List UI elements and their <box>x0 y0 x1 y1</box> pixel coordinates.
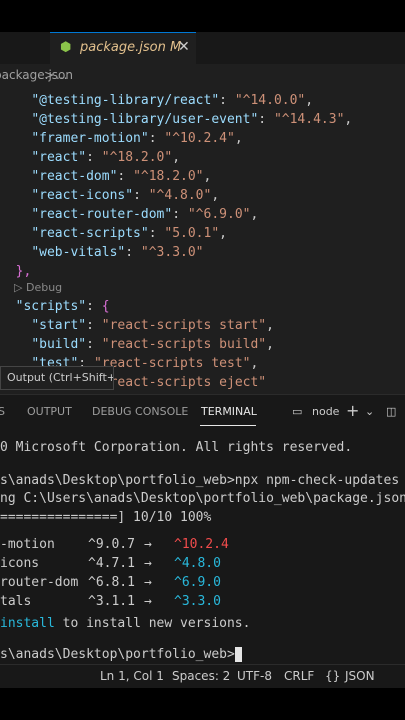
update-row: tals ^3.1.1 → ^3.3.0 <box>0 594 221 609</box>
breadcrumb-more[interactable]: ... <box>56 68 67 82</box>
tab-problems[interactable]: S <box>0 405 5 418</box>
status-indentation[interactable]: Spaces: 2 <box>172 669 230 683</box>
tab-output[interactable]: OUTPUT <box>27 405 72 418</box>
status-encoding[interactable]: UTF-8 <box>237 669 272 683</box>
terminal-line: 0 Microsoft Corporation. All rights rese… <box>0 440 353 455</box>
top-black-bar <box>0 0 405 32</box>
status-bar: Ln 1, Col 1 Spaces: 2 UTF-8 CRLF {} JSON <box>0 664 405 688</box>
code-line: "start": "react-scripts start", <box>31 318 274 333</box>
code-line: "web-vitals": "^3.3.0" <box>31 245 204 260</box>
status-language[interactable]: JSON <box>345 669 375 683</box>
play-icon: ▷ <box>14 281 23 294</box>
tab-package-json[interactable]: ⬢ package.json M ✕ <box>50 32 196 64</box>
code-line: "build": "react-scripts build", <box>31 337 274 352</box>
nodejs-icon: ⬢ <box>60 40 72 55</box>
terminal-icon[interactable]: ▭ <box>292 405 302 418</box>
code-line: "react-dom": "^18.2.0", <box>31 169 212 184</box>
close-icon[interactable]: ✕ <box>178 39 190 55</box>
terminal-line: ===============] 10/10 100% <box>0 510 212 525</box>
output-tooltip: Output (Ctrl+Shift+U) <box>0 366 114 390</box>
code-line: "@testing-library/react": "^14.0.0", <box>31 93 314 108</box>
debug-codelens[interactable]: ▷ Debug <box>14 281 62 294</box>
tab-filename: package.json M <box>80 40 182 55</box>
shell-name[interactable]: node <box>312 405 339 418</box>
code-line: "scripts": { <box>15 299 110 314</box>
code-line: "react-scripts": "5.0.1", <box>31 226 227 241</box>
breadcrumb: package.json > ... <box>0 64 405 86</box>
code-editor[interactable]: "@testing-library/react": "^14.0.0", "@t… <box>0 86 405 394</box>
terminal-cursor <box>234 647 242 662</box>
tab-debug-console[interactable]: DEBUG CONSOLE <box>92 405 188 418</box>
status-eol[interactable]: CRLF <box>284 669 314 683</box>
status-cursor-position[interactable]: Ln 1, Col 1 <box>100 669 164 683</box>
code-line: "@testing-library/user-event": "^14.4.3"… <box>31 112 353 127</box>
bottom-panel: S OUTPUT DEBUG CONSOLE TERMINAL ▭ node +… <box>0 394 405 664</box>
update-row: -motion ^9.0.7 → ^10.2.4 <box>0 537 229 552</box>
braces-icon: {} <box>325 669 341 683</box>
tab-terminal[interactable]: TERMINAL <box>201 405 257 418</box>
terminal-line: install to install new versions. <box>0 616 251 631</box>
update-row: icons ^4.7.1 → ^4.8.0 <box>0 556 221 571</box>
bottom-black-bar <box>0 688 405 720</box>
code-line: "react": "^18.2.0", <box>31 150 181 165</box>
terminal-line: s\anads\Desktop\portfolio_web>npx npm-ch… <box>0 473 405 488</box>
code-line: }, <box>15 264 32 279</box>
update-row: router-dom ^6.8.1 → ^6.9.0 <box>0 575 221 590</box>
code-line: "react-icons": "^4.8.0", <box>31 188 220 203</box>
split-terminal-icon[interactable]: ◫ <box>386 405 396 418</box>
chevron-down-icon[interactable]: ⌄ <box>365 405 374 418</box>
chevron-right-icon: > <box>44 68 55 82</box>
terminal-line: ng C:\Users\anads\Desktop\portfolio_web\… <box>0 491 405 506</box>
code-line: "react-router-dom": "^6.9.0", <box>31 207 259 222</box>
code-line: "framer-motion": "^10.2.4", <box>31 131 243 146</box>
terminal-prompt[interactable]: s\anads\Desktop\portfolio_web> <box>0 645 242 665</box>
active-tab-indicator <box>200 425 256 426</box>
plus-icon[interactable]: + <box>346 401 359 420</box>
